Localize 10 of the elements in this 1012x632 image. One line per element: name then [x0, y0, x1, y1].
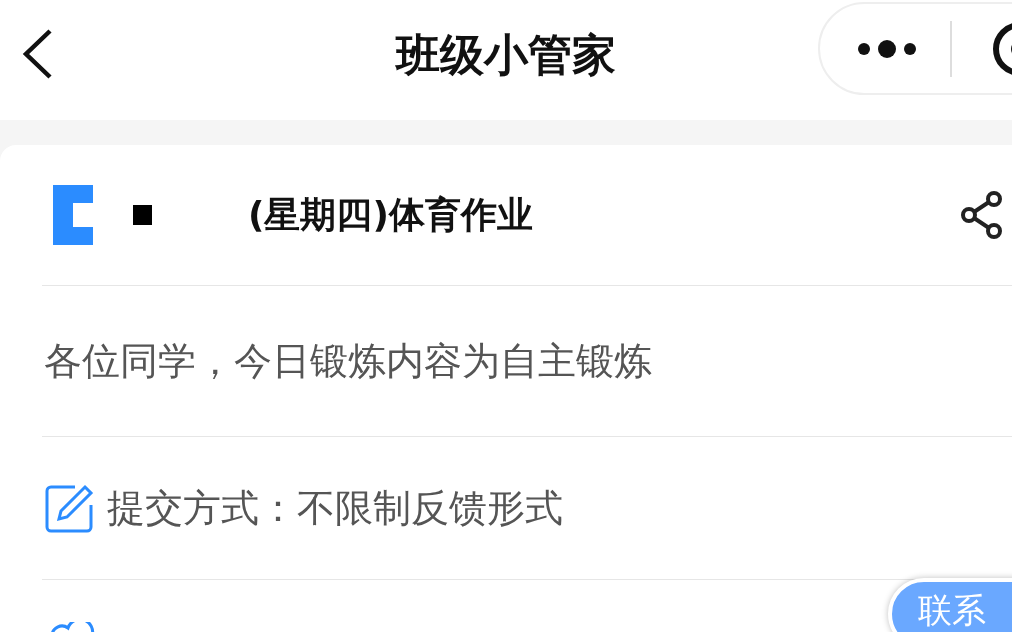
submission-method: 提交方式：不限制反馈形式 — [107, 484, 563, 532]
page-title: 班级小管家 — [396, 28, 616, 82]
back-icon[interactable] — [20, 28, 54, 80]
bracket-icon — [53, 185, 93, 245]
homework-description: 各位同学，今日锻炼内容为自主锻炼 — [44, 337, 652, 385]
edit-icon — [45, 483, 95, 533]
homework-title: (星期四)体育作业 — [248, 193, 533, 237]
redaction-mark — [133, 205, 152, 225]
more-icon[interactable] — [858, 38, 916, 59]
share-icon[interactable] — [960, 191, 1004, 239]
